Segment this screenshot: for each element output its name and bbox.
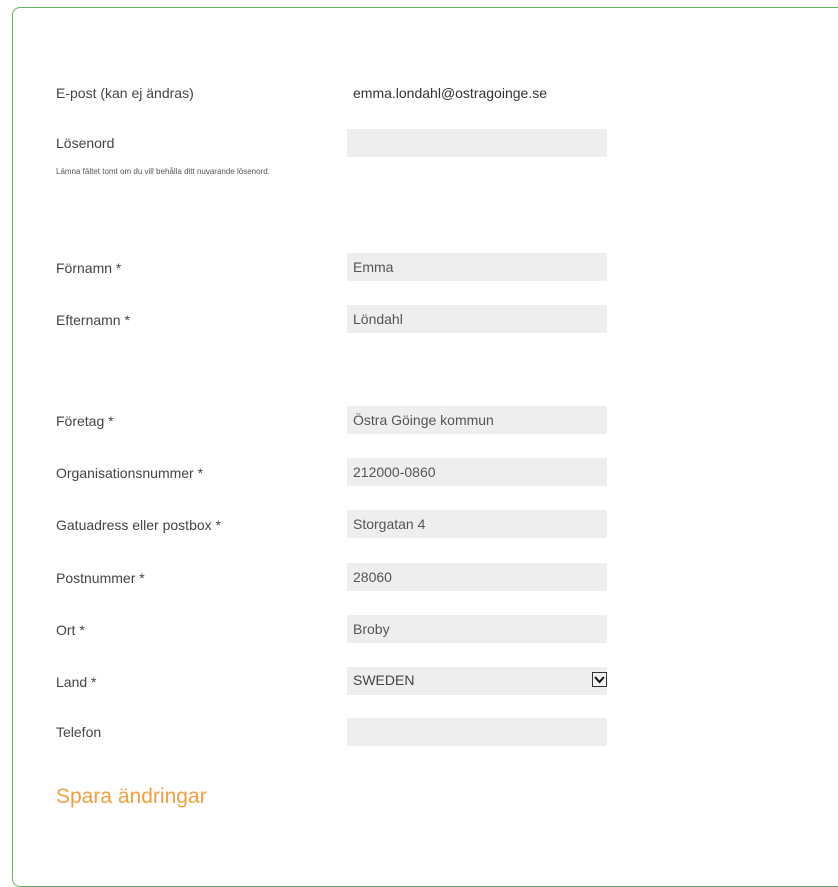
company-label: Företag *	[56, 413, 114, 429]
password-row: Lösenord	[56, 129, 616, 157]
email-value: emma.londahl@ostragoinge.se	[353, 85, 547, 101]
zip-label: Postnummer *	[56, 570, 145, 586]
lastname-label: Efternamn *	[56, 312, 130, 328]
phone-label: Telefon	[56, 724, 102, 740]
city-row: Ort *	[56, 615, 616, 643]
lastname-input[interactable]	[347, 305, 607, 333]
password-label: Lösenord	[56, 135, 115, 151]
address-row: Gatuadress eller postbox *	[56, 510, 616, 538]
password-hint: Lämna fältet tomt om du vill behålla dit…	[56, 167, 270, 176]
phone-row: Telefon	[56, 718, 616, 746]
address-input[interactable]	[347, 510, 607, 538]
firstname-row: Förnamn *	[56, 253, 616, 281]
zip-input[interactable]	[347, 563, 607, 591]
firstname-input[interactable]	[347, 253, 607, 281]
city-label: Ort *	[56, 622, 85, 638]
orgnr-label: Organisationsnummer *	[56, 465, 204, 481]
country-select[interactable]: SWEDEN	[347, 667, 607, 695]
email-label: E-post (kan ej ändras)	[56, 85, 194, 101]
company-row: Företag *	[56, 406, 616, 434]
address-label: Gatuadress eller postbox *	[56, 517, 221, 533]
city-input[interactable]	[347, 615, 607, 643]
orgnr-row: Organisationsnummer *	[56, 458, 616, 486]
company-input[interactable]	[347, 406, 607, 434]
phone-input[interactable]	[347, 718, 607, 746]
orgnr-input[interactable]	[347, 458, 607, 486]
save-changes-link[interactable]: Spara ändringar	[56, 785, 207, 809]
firstname-label: Förnamn *	[56, 260, 122, 276]
country-selected-value: SWEDEN	[353, 672, 415, 688]
password-input[interactable]	[347, 129, 607, 157]
lastname-row: Efternamn *	[56, 305, 616, 333]
country-label: Land *	[56, 674, 97, 690]
email-row: E-post (kan ej ändras) emma.londahl@ostr…	[56, 81, 616, 109]
chevron-down-icon[interactable]	[592, 672, 607, 687]
country-row: Land * SWEDEN	[56, 667, 616, 695]
zip-row: Postnummer *	[56, 563, 616, 591]
